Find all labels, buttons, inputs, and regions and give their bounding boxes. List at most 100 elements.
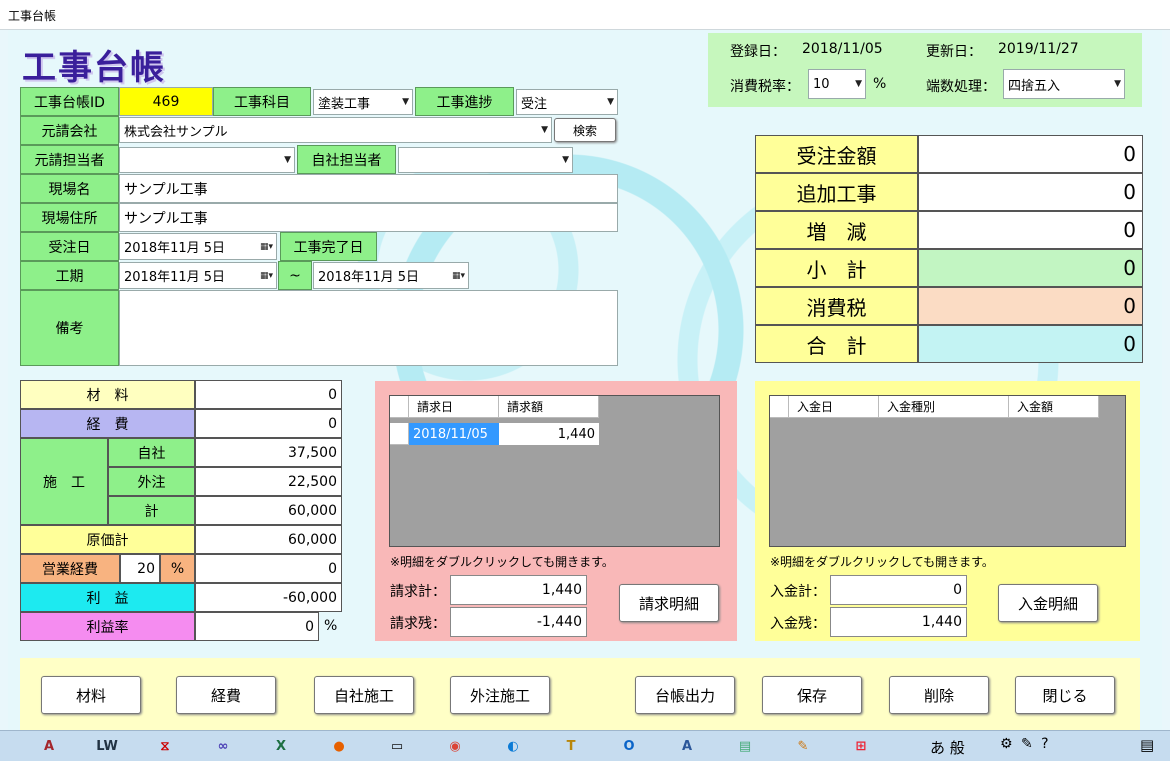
cost-total-label: 原価計 — [20, 525, 195, 554]
profit-rate-value: 0 — [195, 612, 319, 641]
taskbar: A LW ⧖ ∞ X ● ▭ ◉ ◐ T O A ▤ ✎ ⊞ あ 般 ⚙ ✎ ? ▤ — [0, 730, 1170, 761]
terminal-icon[interactable]: ▭ — [370, 733, 424, 760]
updated-date: 2019/11/27 — [998, 41, 1079, 57]
billing-detail-button[interactable]: 請求明細 — [619, 584, 719, 622]
window-title: 工事台帳 — [8, 9, 57, 23]
tax-rate-value: 10 — [813, 76, 830, 92]
work-subject-value: 塗装工事 — [318, 96, 371, 112]
payment-grid-corner — [770, 396, 789, 418]
registered-date: 2018/11/05 — [802, 41, 883, 57]
totals-label: 追加工事 — [755, 173, 918, 211]
payment-col-amount: 入金額 — [1009, 396, 1099, 418]
expense-button[interactable]: 経費 — [176, 676, 276, 714]
form-client-area: 工事台帳 登録日： 2018/11/05 更新日： 2019/11/27 消費税… — [8, 30, 1162, 730]
infinity-icon[interactable]: ∞ — [196, 733, 250, 760]
work-progress-select[interactable]: 受注 ▼ — [516, 89, 618, 115]
contractor-label: 元請会社 — [20, 116, 119, 145]
own-work-button[interactable]: 自社施工 — [314, 676, 414, 714]
firefox-icon[interactable]: ● — [312, 733, 366, 760]
period-start-picker[interactable]: 2018年11月 5日 ▦▾ — [119, 262, 277, 289]
tax-rate-select[interactable]: 10 ▼ — [808, 69, 866, 99]
site-name-field[interactable]: サンプル工事 — [119, 174, 618, 203]
excel-icon[interactable]: X — [254, 733, 308, 760]
tray-icons: ⚙ ✎ ? — [1000, 736, 1051, 752]
contractor-rep-select[interactable]: ▼ — [119, 147, 295, 173]
contractor-select[interactable]: 株式会社サンプル ▼ — [119, 117, 552, 143]
order-date-picker[interactable]: 2018年11月 5日 ▦▾ — [119, 233, 277, 260]
calendar-icon: ▦▾ — [259, 270, 273, 281]
ledger-id-label: 工事台帳ID — [20, 87, 119, 116]
site-address-label: 現場住所 — [20, 203, 119, 232]
save-button[interactable]: 保存 — [762, 676, 862, 714]
rounding-select[interactable]: 四捨五入 ▼ — [1003, 69, 1125, 99]
profit-label: 利 益 — [20, 583, 195, 612]
profit-rate-label: 利益率 — [20, 612, 195, 641]
period-separator: ~ — [278, 261, 312, 290]
access-icon[interactable]: A — [22, 733, 76, 760]
construction-subtotal-label: 計 — [108, 496, 195, 525]
chevron-down-icon: ▼ — [284, 155, 291, 165]
sales-expense-label: 営業経費 — [20, 554, 120, 583]
text-editor-icon[interactable]: T — [544, 733, 598, 760]
billing-row-date: 2018/11/05 — [409, 423, 499, 445]
period-end-picker[interactable]: 2018年11月 5日 ▦▾ — [313, 262, 469, 289]
billing-note: ※明細をダブルクリックしても開きます。 — [390, 555, 614, 569]
outlook-icon[interactable]: O — [602, 733, 656, 760]
tax-rate-label: 消費税率： — [730, 79, 800, 95]
print-ledger-button[interactable]: 台帳出力 — [635, 676, 735, 714]
work-progress-label: 工事進捗 — [415, 87, 514, 116]
close-button[interactable]: 閉じる — [1015, 676, 1115, 714]
ime-indicator[interactable]: あ 般 — [930, 737, 965, 758]
work-subject-select[interactable]: 塗装工事 ▼ — [313, 89, 413, 115]
windows-icon[interactable]: ⊞ — [834, 733, 888, 760]
payment-note: ※明細をダブルクリックしても開きます。 — [770, 555, 994, 569]
material-button[interactable]: 材料 — [41, 676, 141, 714]
contractor-rep-label: 元請担当者 — [20, 145, 119, 174]
billing-total-value: 1,440 — [450, 575, 587, 605]
pdf-icon[interactable]: ⧖ — [138, 733, 192, 760]
access-app-icon[interactable]: A — [660, 733, 714, 760]
payment-remain-value: 1,440 — [830, 607, 967, 637]
payment-total-label: 入金計： — [770, 584, 826, 600]
outsource-work-button[interactable]: 外注施工 — [450, 676, 550, 714]
billing-total-label: 請求計： — [390, 584, 446, 600]
payment-col-date: 入金日 — [789, 396, 879, 418]
livewriter-icon[interactable]: LW — [80, 733, 134, 760]
delete-button[interactable]: 削除 — [889, 676, 989, 714]
sales-expense-rate-field[interactable]: 20 — [120, 554, 160, 583]
title-bar: 工事台帳 — [0, 0, 1170, 30]
period-start-value: 2018年11月 5日 — [124, 270, 226, 285]
totals-value: 0 — [918, 249, 1143, 287]
chevron-down-icon: ▼ — [1114, 79, 1121, 89]
material-label: 材 料 — [20, 380, 195, 409]
contractor-value: 株式会社サンプル — [124, 124, 228, 140]
notification-icon[interactable]: ▤ — [1140, 736, 1154, 754]
calendar-icon: ▦▾ — [451, 270, 465, 281]
paint-icon[interactable]: ✎ — [776, 733, 830, 760]
page-title: 工事台帳 — [22, 48, 166, 88]
chrome-icon[interactable]: ◉ — [428, 733, 482, 760]
notepad-icon[interactable]: ▤ — [718, 733, 772, 760]
outsource-label: 外注 — [108, 467, 195, 496]
payment-detail-button[interactable]: 入金明細 — [998, 584, 1098, 622]
chevron-down-icon: ▼ — [607, 97, 614, 107]
site-name-label: 現場名 — [20, 174, 119, 203]
construction-label: 施 工 — [20, 438, 108, 525]
table-row[interactable]: 2018/11/05 1,440 — [409, 423, 599, 445]
work-period-label: 工期 — [20, 261, 119, 290]
billing-grid-corner — [390, 396, 409, 418]
updated-label: 更新日： — [926, 44, 982, 60]
own-rep-select[interactable]: ▼ — [398, 147, 573, 173]
totals-value: 0 — [918, 173, 1143, 211]
order-date-value: 2018年11月 5日 — [124, 241, 226, 256]
totals-value: 0 — [918, 325, 1143, 363]
site-address-field[interactable]: サンプル工事 — [119, 203, 618, 232]
notes-field[interactable] — [119, 290, 618, 366]
search-button[interactable]: 検索 — [554, 118, 616, 142]
ledger-id-field[interactable]: 469 — [119, 87, 213, 116]
outsource-value: 22,500 — [195, 467, 342, 496]
edge-icon[interactable]: ◐ — [486, 733, 540, 760]
work-subject-label: 工事科目 — [213, 87, 311, 116]
calendar-icon: ▦▾ — [259, 241, 273, 252]
profit-rate-unit: % — [324, 618, 338, 634]
